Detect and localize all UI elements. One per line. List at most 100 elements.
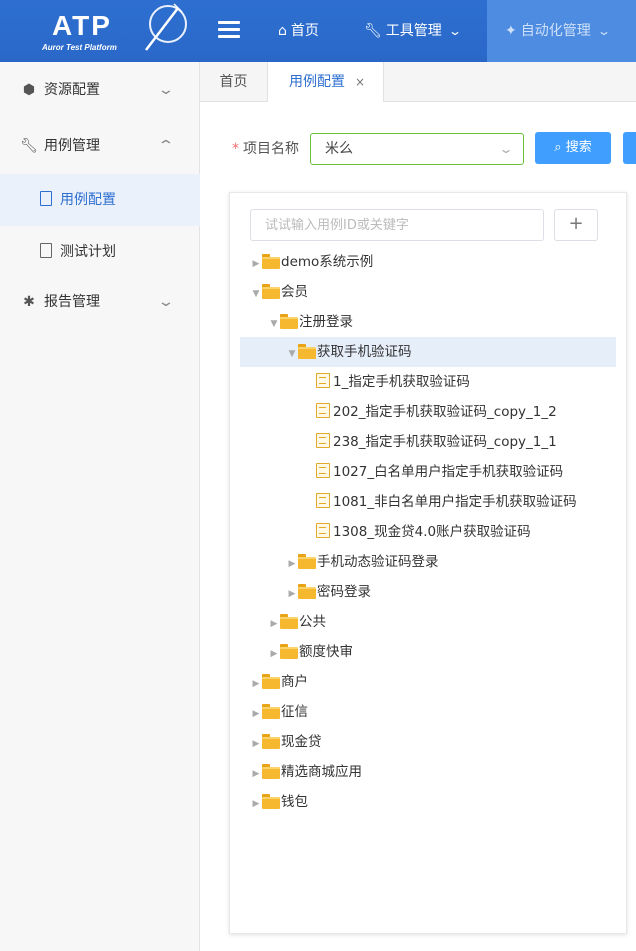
tree-case-node[interactable]: 1081_非白名单用户指定手机获取验证码 (240, 487, 616, 517)
tree-node-label: 商户 (281, 674, 308, 690)
tab-bar: 首页 用例配置 × (200, 62, 636, 103)
folder-icon (262, 764, 280, 779)
tree-case-node[interactable]: 1_指定手机获取验证码 (240, 367, 616, 397)
tree-case-node[interactable]: 238_指定手机获取验证码_copy_1_1 (240, 427, 616, 457)
test-case-icon (316, 463, 330, 478)
nav-home[interactable]: ⌂ 首页 (278, 0, 319, 62)
tab-label: 用例配置 (289, 74, 345, 90)
main-content: *项目名称 米么 ⌄ ⌕ 搜索 + ▶demo系统示例▼会员▼注册登录▼获取手机… (200, 102, 636, 951)
home-icon: ⌂ (278, 23, 287, 39)
tree-folder-node[interactable]: ▶ 密码登录 (240, 577, 616, 607)
tree-folder-node[interactable]: ▶ 公共 (240, 607, 616, 637)
caret-right-icon[interactable]: ▶ (250, 249, 262, 279)
test-case-icon (316, 433, 330, 448)
tree-folder-node[interactable]: ▼ 获取手机验证码 (240, 337, 616, 367)
search-button[interactable]: ⌕ 搜索 (535, 132, 611, 164)
caret-down-icon[interactable]: ▼ (250, 279, 262, 309)
tab-case-config[interactable]: 用例配置 × (268, 62, 384, 103)
nav-home-label: 首页 (290, 23, 319, 39)
logo-swoosh-icon (145, 3, 187, 51)
menu-toggle-icon[interactable] (218, 21, 240, 41)
folder-icon (262, 704, 280, 719)
nav-tools[interactable]: 🔧︎ 工具管理 ⌄ (364, 0, 462, 62)
tree-case-node[interactable]: 1027_白名单用户指定手机获取验证码 (240, 457, 616, 487)
folder-icon (280, 314, 298, 329)
sidebar-item-label: 用例配置 (60, 192, 116, 208)
test-case-icon (316, 403, 330, 418)
required-mark: * (232, 141, 239, 157)
folder-icon (262, 734, 280, 749)
tree-case-node[interactable]: 202_指定手机获取验证码_copy_1_2 (240, 397, 616, 427)
document-icon (40, 191, 52, 206)
folder-icon (298, 344, 316, 359)
tree-node-label: 获取手机验证码 (317, 344, 412, 360)
atp-logo[interactable]: ATP Auror Test Platform (0, 0, 200, 62)
caret-right-icon[interactable]: ▶ (250, 759, 262, 789)
caret-right-icon[interactable]: ▶ (250, 789, 262, 819)
tree-node-label: 密码登录 (317, 584, 371, 600)
tree-node-label: demo系统示例 (281, 254, 374, 270)
sidebar-item-test-plan[interactable]: 测试计划 (0, 226, 200, 278)
test-case-icon (316, 523, 330, 538)
folder-icon (280, 614, 298, 629)
add-button[interactable]: + (554, 209, 598, 241)
sidebar-item-resource[interactable]: ⬢ 资源配置 ⌄ (0, 62, 200, 118)
document-icon (40, 243, 52, 258)
tree-folder-node[interactable]: ▶ 钱包 (240, 787, 616, 817)
folder-icon (262, 284, 280, 299)
project-label: * 项目名称 (232, 138, 299, 158)
test-case-icon (316, 493, 330, 508)
project-select[interactable]: 米么 ⌄ (310, 133, 524, 165)
chevron-down-icon: ⌄ (447, 24, 462, 38)
chevron-down-icon: ⌄ (498, 142, 514, 156)
tree-search-input[interactable] (250, 209, 544, 241)
wrench-icon: 🔧︎ (20, 138, 38, 154)
chevron-down-icon: ⌄ (157, 82, 175, 98)
folder-icon (262, 254, 280, 269)
project-label-text: 项目名称 (243, 141, 299, 157)
caret-right-icon[interactable]: ▶ (250, 669, 262, 699)
tree-node-label: 钱包 (281, 794, 308, 810)
tree-folder-node[interactable]: ▶ 精选商城应用 (240, 757, 616, 787)
tree-node-label: 精选商城应用 (281, 764, 362, 780)
caret-right-icon[interactable]: ▶ (268, 609, 280, 639)
logo-subtitle: Auror Test Platform (42, 43, 117, 52)
tree-folder-node[interactable]: ▼ 注册登录 (240, 307, 616, 337)
cube-icon: ⬢ (22, 82, 36, 98)
close-icon[interactable]: × (355, 62, 365, 102)
tree-folder-node[interactable]: ▶ 商户 (240, 667, 616, 697)
search-button-label: 搜索 (565, 140, 592, 155)
tree-case-node[interactable]: 1308_现金贷4.0账户获取验证码 (240, 517, 616, 547)
tree-node-label: 手机动态验证码登录 (317, 554, 439, 570)
sidebar-item-report-mgmt[interactable]: ✱ 报告管理 ⌄ (0, 274, 200, 330)
tree-node-label: 238_指定手机获取验证码_copy_1_1 (333, 434, 557, 450)
caret-down-icon[interactable]: ▼ (286, 339, 298, 369)
tree-node-label: 会员 (281, 284, 308, 300)
chevron-up-icon: ⌃ (157, 138, 175, 154)
sidebar-item-label: 资源配置 (44, 82, 100, 98)
tree-folder-node[interactable]: ▶ 手机动态验证码登录 (240, 547, 616, 577)
sidebar-item-label: 报告管理 (44, 294, 100, 310)
caret-right-icon[interactable]: ▶ (286, 579, 298, 609)
top-header: ATP Auror Test Platform ⌂ 首页 🔧︎ 工具管理 ⌄ ✦ 自动化… (0, 0, 636, 62)
tree-folder-node[interactable]: ▶ 现金贷 (240, 727, 616, 757)
tree-folder-node[interactable]: ▶ 征信 (240, 697, 616, 727)
extra-action-button[interactable] (623, 132, 636, 164)
folder-icon (298, 554, 316, 569)
tree-folder-node[interactable]: ▶ 额度快审 (240, 637, 616, 667)
tree-node-label: 注册登录 (299, 314, 353, 330)
caret-right-icon[interactable]: ▶ (250, 729, 262, 759)
sidebar-item-case-mgmt[interactable]: 🔧︎ 用例管理 ⌃ (0, 118, 200, 174)
tree-folder-node[interactable]: ▶ demo系统示例 (240, 247, 616, 277)
caret-right-icon[interactable]: ▶ (268, 639, 280, 669)
caret-down-icon[interactable]: ▼ (268, 309, 280, 339)
tab-home[interactable]: 首页 (200, 62, 268, 102)
caret-right-icon[interactable]: ▶ (250, 699, 262, 729)
nav-automation[interactable]: ✦ 自动化管理 ⌄ (487, 0, 636, 62)
tree-node-label: 征信 (281, 704, 308, 720)
caret-right-icon[interactable]: ▶ (286, 549, 298, 579)
tree-folder-node[interactable]: ▼ 会员 (240, 277, 616, 307)
sidebar-item-case-config[interactable]: 用例配置 (0, 174, 200, 226)
tree-node-label: 1027_白名单用户指定手机获取验证码 (333, 464, 564, 480)
nav-automation-label: 自动化管理 (520, 23, 591, 39)
